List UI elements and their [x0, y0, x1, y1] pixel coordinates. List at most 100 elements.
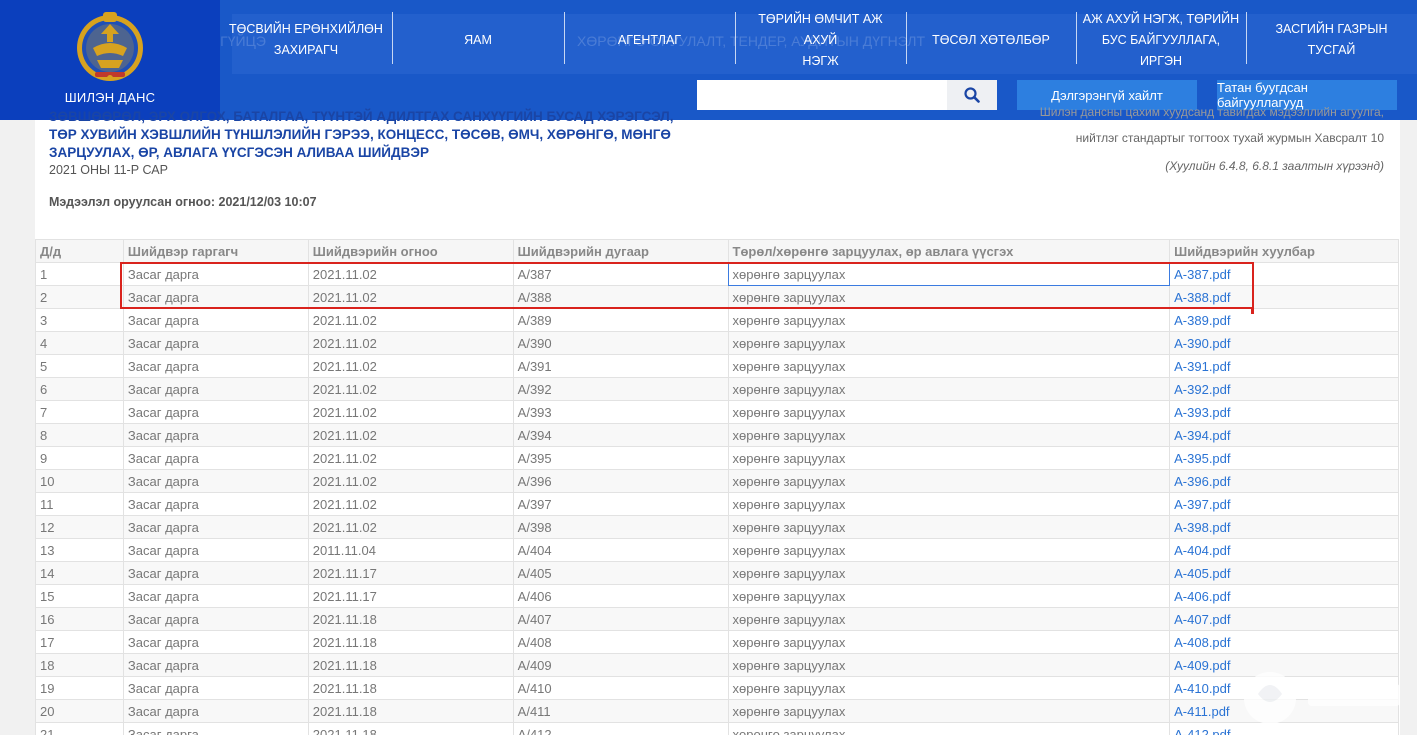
cell-decision-number: А/407	[512, 607, 729, 631]
regulation-note-line-1: Шилэн дансны цахим хуудсанд тавигдах мэд…	[1039, 105, 1384, 119]
nav-item-label: АГЕНТЛАГ	[617, 32, 682, 47]
file-link[interactable]: А-410.pdf	[1174, 681, 1230, 696]
file-link[interactable]: А-412.pdf	[1174, 727, 1230, 735]
cell-decision-date: 2021.11.02	[307, 331, 514, 355]
cell-decision-number: А/398	[512, 515, 729, 539]
cell-type: хөрөнгө зарцуулах	[727, 607, 1171, 631]
column-header: Шийдвэрийн хуулбар	[1169, 239, 1399, 263]
file-link[interactable]: А-396.pdf	[1174, 474, 1230, 489]
nav-item-business-ngo-citizen[interactable]: АЖ АХУЙ НЭГЖ, ТӨРИЙН БУС БАЙГУУЛЛАГА, ИРГ…	[1076, 10, 1246, 70]
cell-file: А-405.pdf	[1169, 561, 1399, 585]
file-link[interactable]: А-397.pdf	[1174, 497, 1230, 512]
cell-index: 16	[35, 607, 124, 631]
cell-type: хөрөнгө зарцуулах	[727, 446, 1171, 470]
nav-item-label: ЗАСГИЙН ГАЗРЫН ТУСГАЙ	[1275, 22, 1388, 57]
cell-decision-date: 2021.11.02	[307, 400, 514, 424]
table-row: 8 Засаг дарга 2021.11.02 А/394 хөрөнгө зарцу…	[35, 423, 1399, 447]
table-row: 21 Засаг дарга 2021.11.18 А/412 хөрөнгө зарц…	[35, 722, 1399, 735]
cell-type: хөрөнгө зарцуулах	[727, 676, 1171, 700]
file-link[interactable]: А-395.pdf	[1174, 451, 1230, 466]
cell-type: хөрөнгө зарцуулах	[727, 469, 1171, 493]
cell-decision-date: 2021.11.02	[307, 308, 514, 332]
cell-decision-maker: Засаг дарга	[122, 722, 309, 735]
cell-decision-date: 2021.11.17	[307, 561, 514, 585]
table-row: 16 Засаг дарга 2021.11.18 А/407 хөрөнгө зарц…	[35, 607, 1399, 631]
cell-type: хөрөнгө зарцуулах	[727, 722, 1171, 735]
file-link[interactable]: А-406.pdf	[1174, 589, 1230, 604]
cell-type: хөрөнгө зарцуулах	[727, 584, 1171, 608]
table-row: 17 Засаг дарга 2021.11.18 А/408 хөрөнгө зарц…	[35, 630, 1399, 654]
highlight-annotation-tail	[1251, 307, 1254, 314]
file-link[interactable]: А-390.pdf	[1174, 336, 1230, 351]
nav-item-state-owned-enterprise[interactable]: ТӨРИЙН ӨМЧИТ АЖ АХУЙ НЭГЖ	[735, 10, 906, 70]
cell-type: хөрөнгө зарцуулах	[727, 699, 1171, 723]
column-header: Төрөл/хөрөнгө зарцуулах, өр авлага үүсгэ…	[727, 239, 1171, 263]
column-header: Шийдвэр гаргагч	[122, 239, 309, 263]
file-link[interactable]: А-391.pdf	[1174, 359, 1230, 374]
cell-decision-maker: Засаг дарга	[122, 331, 309, 355]
cell-file: А-390.pdf	[1169, 331, 1399, 355]
column-header: Д/д	[35, 239, 124, 263]
cell-index: 8	[35, 423, 124, 447]
cell-type: хөрөнгө зарцуулах	[727, 354, 1171, 378]
search-button[interactable]	[947, 80, 997, 110]
nav-item-label: ТӨРИЙН ӨМЧИТ АЖ АХУЙ	[758, 11, 883, 47]
cell-index: 18	[35, 653, 124, 677]
cell-decision-maker: Засаг дарга	[122, 653, 309, 677]
cell-file: А-394.pdf	[1169, 423, 1399, 447]
table-row: 2 Засаг дарга 2021.11.02 А/388 хөрөнгө зарцу…	[35, 285, 1399, 309]
cell-decision-maker: Засаг дарга	[122, 423, 309, 447]
cell-decision-date: 2021.11.18	[307, 699, 514, 723]
cell-type: хөрөнгө зарцуулах	[727, 262, 1171, 286]
cell-decision-date: 2021.11.18	[307, 653, 514, 677]
cell-decision-number: А/391	[512, 354, 729, 378]
file-link[interactable]: А-407.pdf	[1174, 612, 1230, 627]
table-row: 9 Засаг дарга 2021.11.02 А/395 хөрөнгө зарцу…	[35, 446, 1399, 470]
cell-index: 20	[35, 699, 124, 723]
nav-item-budget-governor[interactable]: ТӨСВИЙН ЕРӨНХИЙЛӨН ЗАХИРАГЧ	[220, 10, 392, 70]
cell-decision-number: А/389	[512, 308, 729, 332]
nav-item-government-special[interactable]: ЗАСГИЙН ГАЗРЫН ТУСГАЙ	[1246, 10, 1417, 70]
table-header-row: Д/д Шийдвэр гаргагч Шийдвэрийн огноо Шийдвэ…	[35, 239, 1399, 263]
search-input[interactable]	[697, 80, 947, 110]
file-link[interactable]: А-392.pdf	[1174, 382, 1230, 397]
file-link[interactable]: А-409.pdf	[1174, 658, 1230, 673]
document-period: 2021 ОНЫ 11-Р САР	[49, 163, 168, 177]
file-link[interactable]: А-393.pdf	[1174, 405, 1230, 420]
cell-decision-number: А/393	[512, 400, 729, 424]
nav-item-project-program[interactable]: ТӨСӨЛ ХӨТӨЛБӨР	[906, 10, 1076, 70]
cell-type: хөрөнгө зарцуулах	[727, 285, 1171, 309]
cell-decision-maker: Засаг дарга	[122, 469, 309, 493]
cell-file: А-393.pdf	[1169, 400, 1399, 424]
cell-file: А-389.pdf	[1169, 308, 1399, 332]
file-link[interactable]: А-405.pdf	[1174, 566, 1230, 581]
file-link[interactable]: А-387.pdf	[1174, 267, 1230, 282]
cell-type: хөрөнгө зарцуулах	[727, 653, 1171, 677]
cell-decision-date: 2011.11.04	[307, 538, 514, 562]
table-row: 19 Засаг дарга 2021.11.18 А/410 хөрөнгө зарц…	[35, 676, 1399, 700]
file-link[interactable]: А-394.pdf	[1174, 428, 1230, 443]
cell-file: А-395.pdf	[1169, 446, 1399, 470]
cell-index: 12	[35, 515, 124, 539]
file-link[interactable]: А-404.pdf	[1174, 543, 1230, 558]
nav-item-ministry[interactable]: ЯАМ	[392, 10, 564, 70]
file-link[interactable]: А-389.pdf	[1174, 313, 1230, 328]
cell-file: А-407.pdf	[1169, 607, 1399, 631]
cell-type: хөрөнгө зарцуулах	[727, 377, 1171, 401]
cell-type: хөрөнгө зарцуулах	[727, 561, 1171, 585]
watermark-logo-icon	[1244, 672, 1400, 724]
file-link[interactable]: А-411.pdf	[1174, 704, 1229, 719]
file-link[interactable]: А-398.pdf	[1174, 520, 1230, 535]
file-link[interactable]: А-388.pdf	[1174, 290, 1230, 305]
column-header: Шийдвэрийн дугаар	[512, 239, 729, 263]
cell-decision-number: А/390	[512, 331, 729, 355]
site-logo[interactable]: ШИЛЭН ДАНС	[0, 0, 220, 120]
cell-file: А-391.pdf	[1169, 354, 1399, 378]
file-link[interactable]: А-408.pdf	[1174, 635, 1230, 650]
table-row: 15 Засаг дарга 2021.11.17 А/406 хөрөнгө зарц…	[35, 584, 1399, 608]
cell-decision-date: 2021.11.18	[307, 607, 514, 631]
nav-item-agency[interactable]: АГЕНТЛАГ	[564, 10, 735, 70]
search-icon	[964, 87, 980, 103]
cell-decision-date: 2021.11.02	[307, 285, 514, 309]
nav-item-label: ЗАХИРАГЧ	[273, 43, 339, 57]
